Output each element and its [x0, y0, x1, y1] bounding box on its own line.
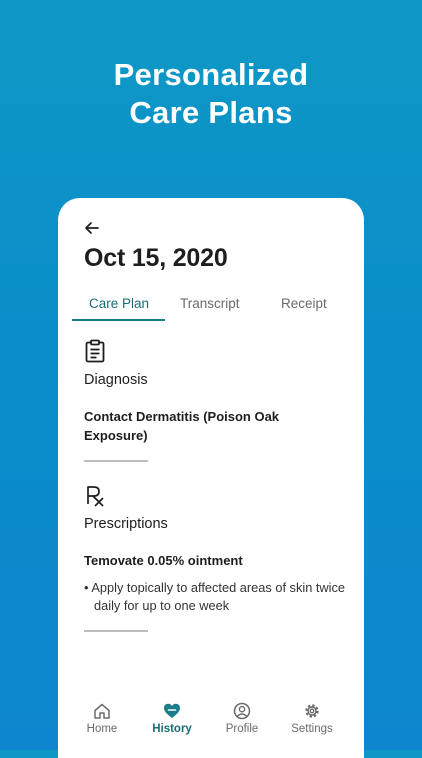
tab-care-plan[interactable]: Care Plan — [89, 296, 149, 311]
back-button[interactable] — [82, 218, 102, 238]
rx-icon — [84, 484, 108, 510]
nav-settings-label: Settings — [291, 723, 333, 735]
diagnosis-title: Diagnosis — [84, 372, 148, 388]
diagnosis-value: Contact Dermatitis (Poison Oak Exposure) — [84, 409, 280, 443]
nav-profile-label: Profile — [225, 723, 259, 735]
tab-bar: Care Plan Transcript Receipt — [72, 296, 354, 322]
gear-icon — [305, 704, 319, 718]
arrow-left-icon — [85, 222, 99, 234]
nav-home-label: Home — [86, 723, 118, 735]
nav-profile[interactable]: Profile — [207, 702, 277, 735]
heart-icon — [164, 703, 180, 718]
phone-screen: Oct 15, 2020 Care Plan Transcript Receip… — [58, 198, 364, 758]
prescriptions-title: Prescriptions — [84, 516, 168, 532]
headline: Personalized Care Plans — [0, 56, 422, 132]
nav-home[interactable]: Home — [67, 702, 137, 735]
page-title: Oct 15, 2020 — [84, 244, 228, 272]
nav-history-label: History — [152, 723, 192, 735]
tab-receipt[interactable]: Receipt — [281, 296, 327, 311]
nav-history[interactable]: History — [137, 702, 207, 735]
tab-transcript[interactable]: Transcript — [180, 296, 240, 311]
active-tab-indicator — [72, 319, 165, 321]
bottom-navigation: Home History Profile Settings — [58, 698, 364, 750]
clipboard-icon — [84, 339, 108, 365]
medication-name: Temovate 0.05% ointment — [84, 553, 243, 568]
home-icon — [94, 703, 110, 719]
nav-settings[interactable]: Settings — [277, 702, 347, 735]
divider — [84, 460, 148, 462]
profile-icon — [233, 702, 251, 720]
headline-line-1: Personalized — [113, 57, 309, 92]
medication-instruction: • Apply topically to affected areas of s… — [84, 580, 346, 613]
headline-line-2: Care Plans — [129, 95, 293, 130]
divider — [84, 630, 148, 632]
